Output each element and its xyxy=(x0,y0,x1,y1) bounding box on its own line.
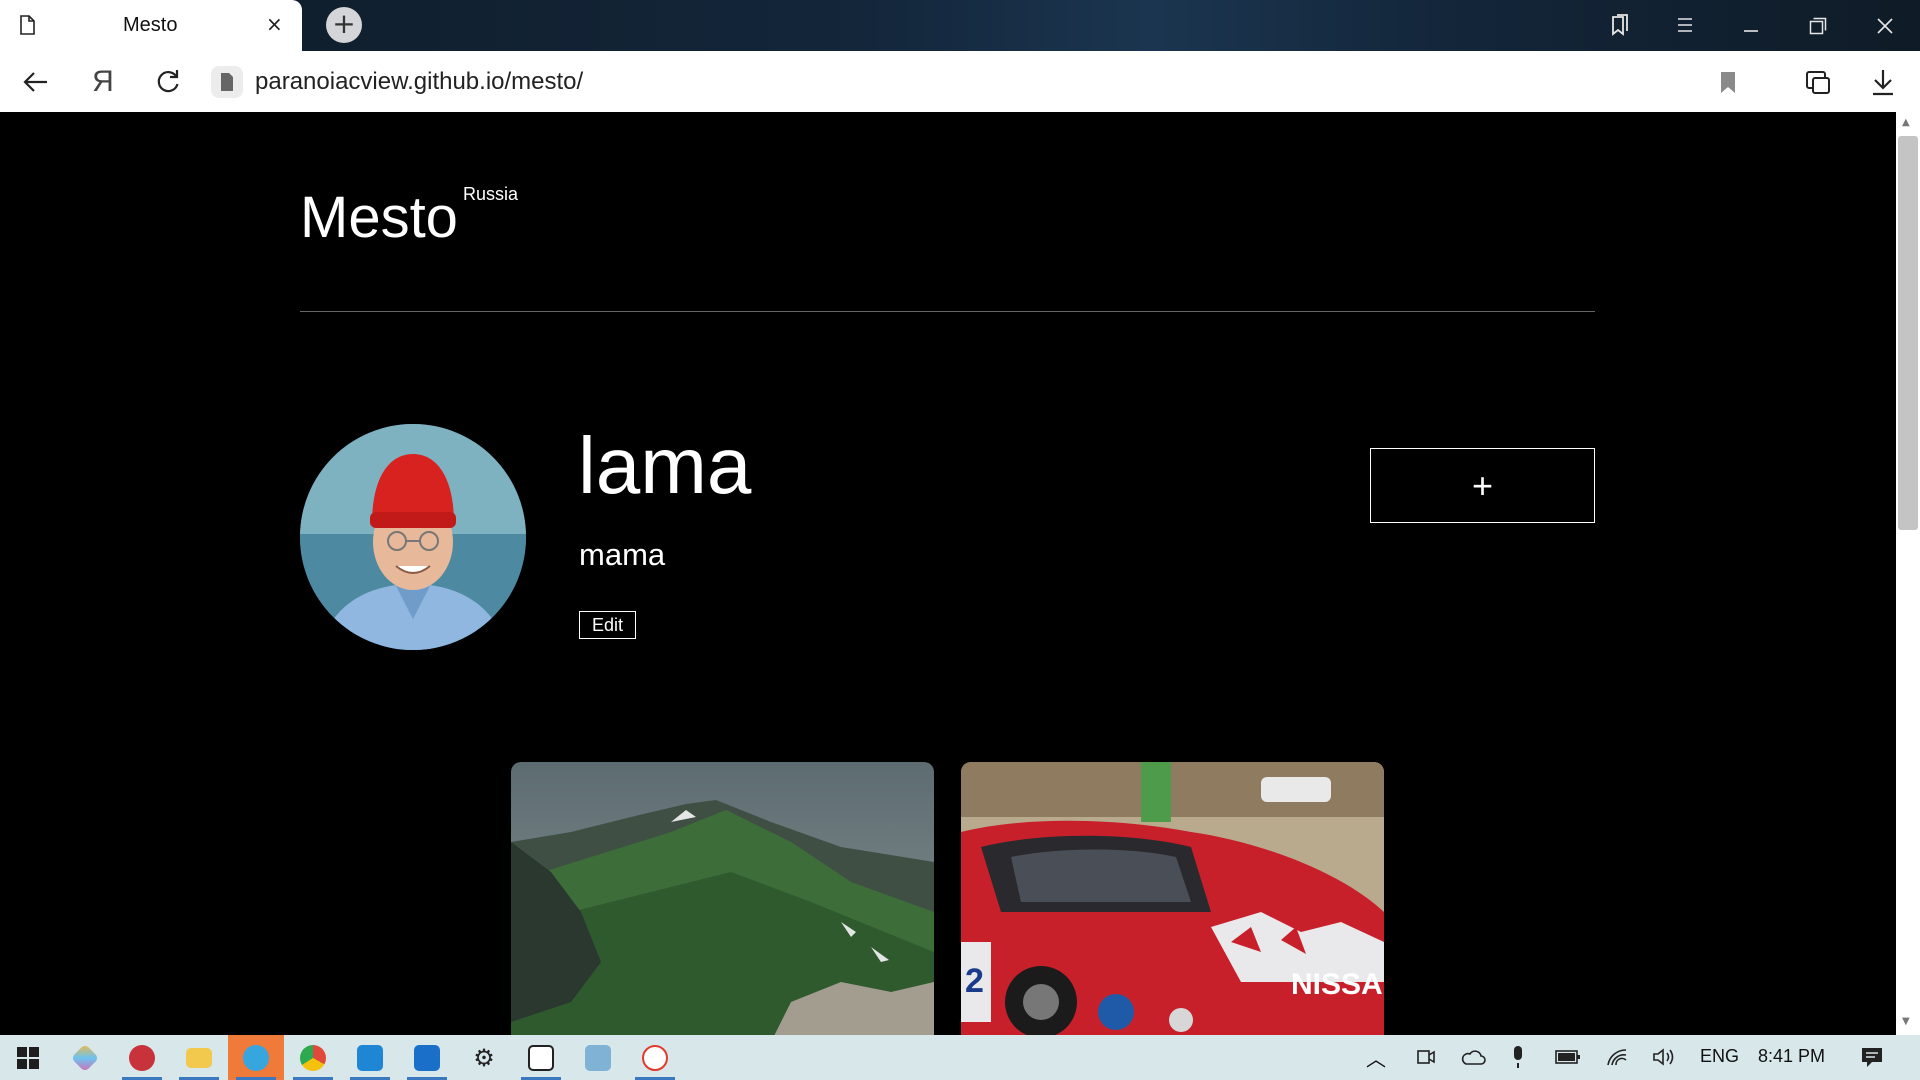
file-explorer-icon[interactable] xyxy=(171,1035,227,1080)
paint-app-icon[interactable] xyxy=(57,1035,113,1080)
battery-icon[interactable] xyxy=(1555,1048,1581,1066)
yandex-icon[interactable]: Я xyxy=(88,67,118,97)
avatar[interactable] xyxy=(300,424,526,650)
site-info-icon[interactable] xyxy=(211,66,243,98)
files-app-icon[interactable] xyxy=(570,1035,626,1080)
window-close-icon[interactable] xyxy=(1876,17,1894,35)
yandex-browser-icon[interactable] xyxy=(627,1035,683,1080)
start-icon[interactable] xyxy=(0,1035,56,1080)
plus-icon[interactable]: + xyxy=(326,7,362,43)
url-field[interactable]: paranoiacview.github.io/mesto/ xyxy=(255,68,583,96)
extensions-icon[interactable] xyxy=(1803,67,1833,97)
bookmark-icon[interactable] xyxy=(1713,67,1743,97)
header-divider xyxy=(300,311,1595,312)
tray-expand-icon[interactable]: ︿ xyxy=(1366,1043,1386,1072)
reload-icon[interactable] xyxy=(153,67,183,97)
edit-profile-button[interactable]: Edit xyxy=(579,611,636,639)
page-viewport: Mesto Russia lama mama Edit + NISSA 2 xyxy=(0,112,1896,1035)
volume-icon[interactable] xyxy=(1652,1047,1676,1067)
onedrive-icon[interactable] xyxy=(1460,1048,1486,1066)
svg-text:NISSA: NISSA xyxy=(1291,968,1383,1001)
solitaire-icon[interactable] xyxy=(513,1035,569,1080)
menu-icon[interactable] xyxy=(1676,17,1694,33)
wifi-icon[interactable] xyxy=(1606,1047,1628,1067)
logo-region-label: Russia xyxy=(463,184,519,204)
scroll-up-icon[interactable]: ▲ xyxy=(1902,117,1910,128)
address-bar: Я paranoiacview.github.io/mesto/ xyxy=(0,51,1920,112)
card-image-mountain[interactable] xyxy=(511,762,934,1035)
chrome-icon[interactable] xyxy=(285,1035,341,1080)
minimize-icon[interactable] xyxy=(1743,24,1759,32)
language-indicator[interactable]: ENG xyxy=(1700,1046,1739,1067)
media-app-icon[interactable] xyxy=(114,1035,170,1080)
page-icon xyxy=(20,15,35,35)
download-icon[interactable] xyxy=(1868,67,1898,97)
card-image-race-car[interactable]: NISSA 2 xyxy=(961,762,1384,1035)
add-card-button[interactable]: + xyxy=(1370,448,1595,523)
scroll-down-icon[interactable]: ▼ xyxy=(1902,1016,1910,1027)
clock-time[interactable]: 8:41 PM xyxy=(1758,1046,1825,1067)
bookmarks-icon[interactable] xyxy=(1609,14,1631,36)
restore-icon[interactable] xyxy=(1809,17,1827,35)
tab-strip: Mesto × + xyxy=(0,0,1920,51)
notifications-icon[interactable] xyxy=(1860,1046,1884,1068)
profile-name: lama xyxy=(578,421,752,510)
tab-title: Mesto xyxy=(123,14,178,36)
vscode-icon[interactable] xyxy=(342,1035,398,1080)
close-icon[interactable]: × xyxy=(266,12,283,36)
svg-text:2: 2 xyxy=(965,962,984,1000)
microphone-icon[interactable] xyxy=(1510,1045,1526,1069)
meet-now-icon[interactable] xyxy=(1416,1047,1436,1067)
taskbar: ⚙ ︿ ENG 8:41 PM xyxy=(0,1035,1920,1080)
profile-about: mama xyxy=(579,537,666,572)
telegram-icon[interactable] xyxy=(228,1035,284,1080)
scrollbar-thumb[interactable] xyxy=(1898,136,1918,530)
settings-icon[interactable]: ⚙ xyxy=(456,1035,512,1080)
outlook-app-icon[interactable] xyxy=(399,1035,455,1080)
back-icon[interactable] xyxy=(21,67,51,97)
page-logo[interactable]: Mesto xyxy=(300,184,458,251)
browser-tab[interactable]: Mesto × xyxy=(0,0,302,51)
